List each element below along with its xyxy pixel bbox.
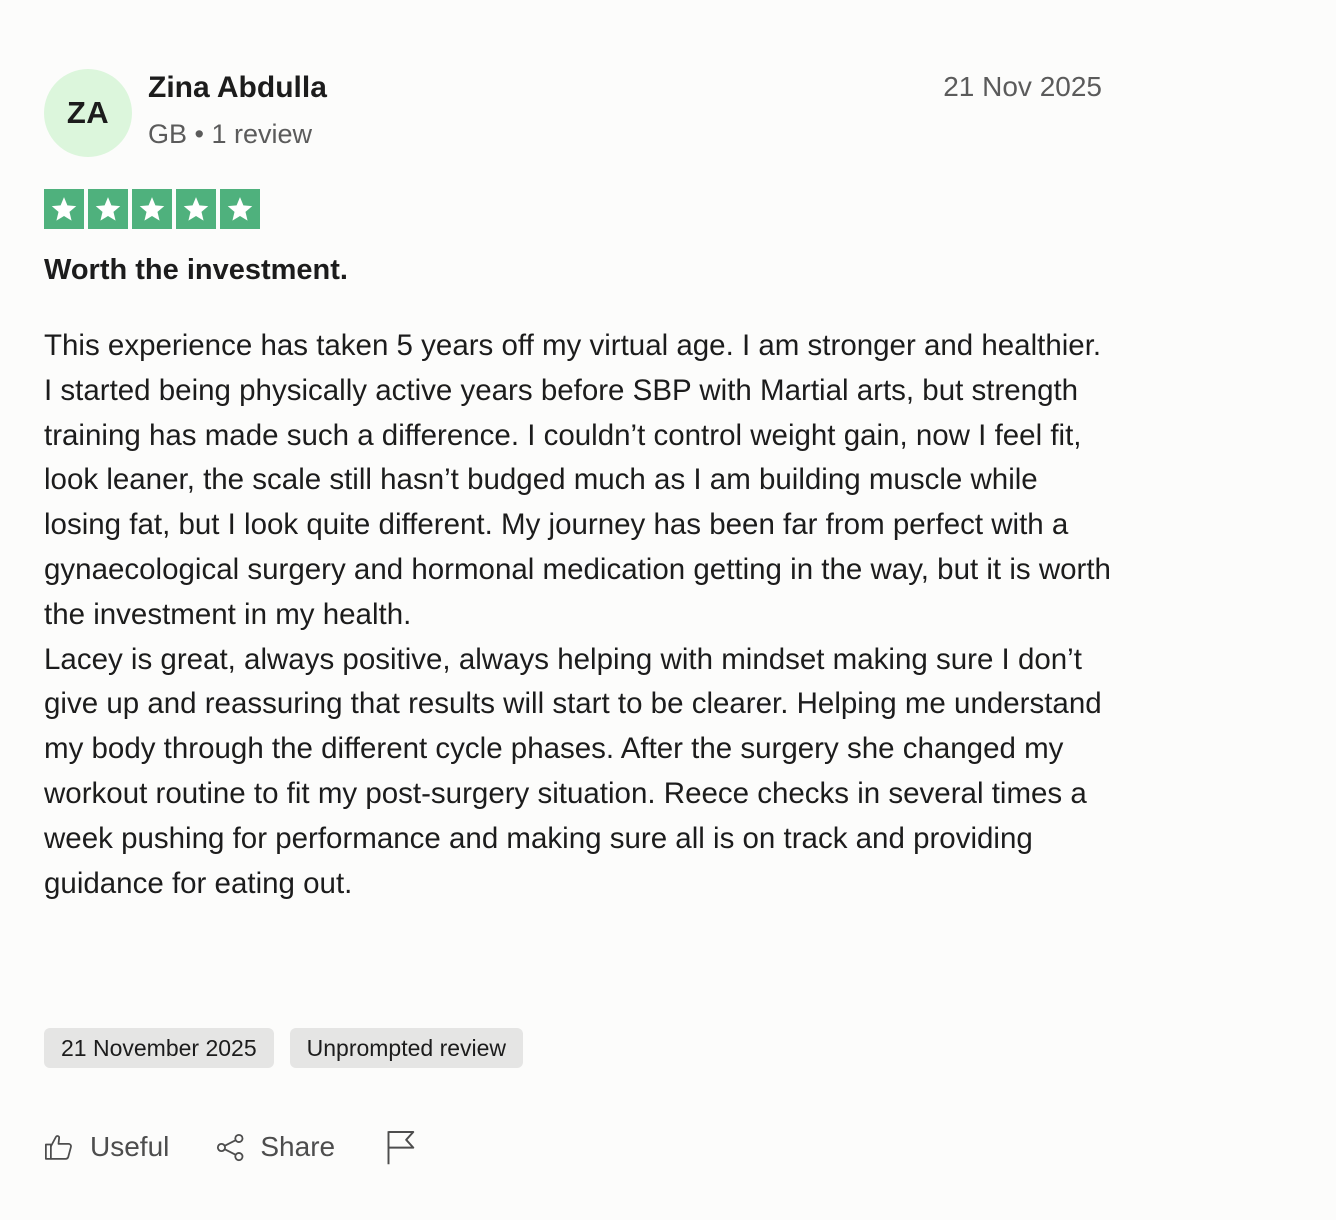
review-body: This experience has taken 5 years off my… — [44, 324, 1112, 906]
review-type-tag[interactable]: Unprompted review — [289, 1028, 524, 1068]
star-icon — [88, 189, 128, 229]
experience-date-tag: 21 November 2025 — [44, 1028, 274, 1068]
thumbs-up-icon — [44, 1132, 74, 1162]
review-paragraph: Lacey is great, always positive, always … — [44, 642, 1102, 900]
star-rating — [44, 189, 260, 229]
report-button[interactable] — [385, 1129, 416, 1165]
star-icon — [44, 189, 84, 229]
review-tags: 21 November 2025 Unprompted review — [44, 1028, 524, 1068]
useful-label: Useful — [90, 1131, 170, 1162]
review-header: ZA Zina Abdulla GB • 1 review 21 Nov 202… — [44, 68, 1106, 158]
review-date: 21 Nov 2025 — [943, 71, 1102, 102]
share-icon — [215, 1132, 246, 1163]
flag-icon — [385, 1129, 416, 1165]
star-icon — [132, 189, 172, 229]
author-meta: GB • 1 review — [148, 119, 313, 149]
author-name[interactable]: Zina Abdulla — [148, 71, 327, 105]
useful-button[interactable]: Useful — [44, 1131, 169, 1163]
star-icon — [220, 189, 260, 229]
review-actions: Useful Share — [44, 1126, 416, 1168]
review-title: Worth the investment. — [44, 254, 348, 286]
share-label: Share — [260, 1131, 336, 1162]
review-card: ZA Zina Abdulla GB • 1 review 21 Nov 202… — [44, 68, 1111, 1165]
avatar[interactable]: ZA — [44, 69, 132, 157]
star-icon — [176, 189, 216, 229]
share-button[interactable]: Share — [215, 1131, 335, 1163]
review-paragraph: This experience has taken 5 years off my… — [44, 329, 1111, 631]
